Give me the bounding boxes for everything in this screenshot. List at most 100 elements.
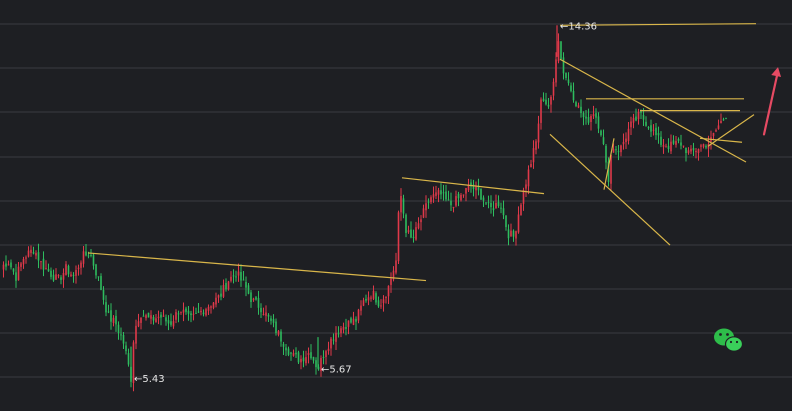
- candle-body: [440, 190, 442, 195]
- candle-body: [460, 194, 462, 201]
- candle-body: [410, 229, 412, 238]
- candle-body: [500, 207, 502, 209]
- candle-body: [527, 169, 530, 187]
- candle-body: [267, 314, 270, 317]
- candle-body: [565, 72, 567, 79]
- candle-body: [550, 96, 552, 105]
- candle-body: [412, 236, 415, 238]
- candle-body: [160, 314, 162, 318]
- candle-body: [502, 208, 505, 216]
- candle-body: [552, 81, 555, 96]
- candle-body: [297, 352, 300, 363]
- candle-body: [482, 197, 485, 201]
- candle-body: [345, 327, 347, 329]
- candle-body: [585, 116, 587, 119]
- candle-body: [372, 290, 375, 299]
- candle-body: [307, 353, 310, 356]
- candle-body: [197, 311, 200, 313]
- candle-body: [725, 118, 727, 120]
- candle-body: [122, 334, 125, 344]
- candle-body: [387, 285, 390, 297]
- candle-body: [30, 249, 32, 253]
- candle-body: [325, 351, 327, 357]
- candle-body: [222, 284, 225, 297]
- candle-body: [485, 202, 487, 204]
- candle-body: [515, 231, 517, 239]
- candle-body: [430, 197, 432, 203]
- candle-body: [115, 315, 117, 325]
- candle-body: [505, 215, 507, 228]
- candle-body: [70, 274, 72, 277]
- candle-body: [235, 276, 237, 278]
- candle-body: [165, 317, 167, 322]
- candle-body: [555, 59, 557, 83]
- price-label: ←14.36: [560, 21, 597, 32]
- candle-body: [72, 274, 75, 276]
- trend-arrow-shaft: [762, 70, 780, 136]
- candle-body: [125, 345, 127, 352]
- candle-body: [95, 264, 97, 276]
- candle-body: [445, 191, 447, 200]
- candle-body: [220, 293, 222, 297]
- price-label: ←5.43: [134, 374, 165, 385]
- candle-body: [397, 212, 400, 262]
- candle-body: [400, 196, 402, 213]
- candle-body: [662, 145, 665, 147]
- candle-body: [342, 326, 345, 330]
- candle-body: [282, 343, 285, 347]
- candle-body: [510, 230, 512, 237]
- candle-body: [117, 324, 120, 333]
- candle-body: [150, 315, 152, 319]
- candle-body: [577, 105, 580, 108]
- candle-body: [140, 317, 142, 323]
- trend-arrow-head: [771, 67, 782, 78]
- candle-body: [672, 140, 675, 144]
- candle-body: [380, 305, 382, 307]
- candle-body: [517, 214, 520, 233]
- candle-body: [287, 348, 290, 355]
- candle-body: [215, 297, 217, 305]
- candle-body: [525, 184, 527, 189]
- candle-body: [340, 328, 342, 334]
- candle-body: [237, 271, 240, 276]
- candle-body: [362, 300, 365, 306]
- candle-body: [157, 316, 160, 319]
- candle-body: [670, 141, 672, 152]
- candle-body: [495, 202, 497, 209]
- candle-body: [322, 357, 325, 359]
- candle-body: [437, 190, 440, 195]
- candle-body: [315, 360, 317, 368]
- candle-body: [620, 145, 622, 153]
- candle-body: [622, 141, 625, 145]
- candle-body: [190, 313, 192, 316]
- candle-body: [532, 148, 535, 163]
- candle-body: [562, 57, 565, 74]
- trendline: [549, 133, 671, 246]
- candle-body: [207, 306, 210, 311]
- candle-body: [275, 321, 277, 334]
- candle-body: [427, 201, 430, 203]
- candle-body: [512, 230, 515, 237]
- candle-body: [90, 254, 92, 256]
- candle-body: [167, 320, 170, 324]
- candle-body: [447, 199, 450, 201]
- candle-body: [630, 121, 632, 128]
- candle-body: [60, 277, 62, 280]
- candle-body: [350, 318, 352, 323]
- candle-body: [110, 310, 112, 322]
- candle-body: [172, 321, 175, 327]
- candle-body: [680, 142, 682, 146]
- candle-body: [537, 123, 540, 143]
- candle-body: [360, 305, 362, 311]
- candle-body: [667, 145, 670, 149]
- candle-body: [497, 201, 500, 207]
- candle-body: [717, 125, 720, 129]
- price-label-layer: ←14.36 ←5.43 ←5.67: [134, 21, 597, 385]
- candle-body: [120, 334, 122, 336]
- candle-body: [580, 106, 582, 114]
- candle-body: [65, 264, 67, 275]
- candle-body: [247, 285, 250, 294]
- candle-body: [385, 297, 387, 299]
- candle-body: [37, 252, 40, 261]
- candle-body: [587, 116, 590, 123]
